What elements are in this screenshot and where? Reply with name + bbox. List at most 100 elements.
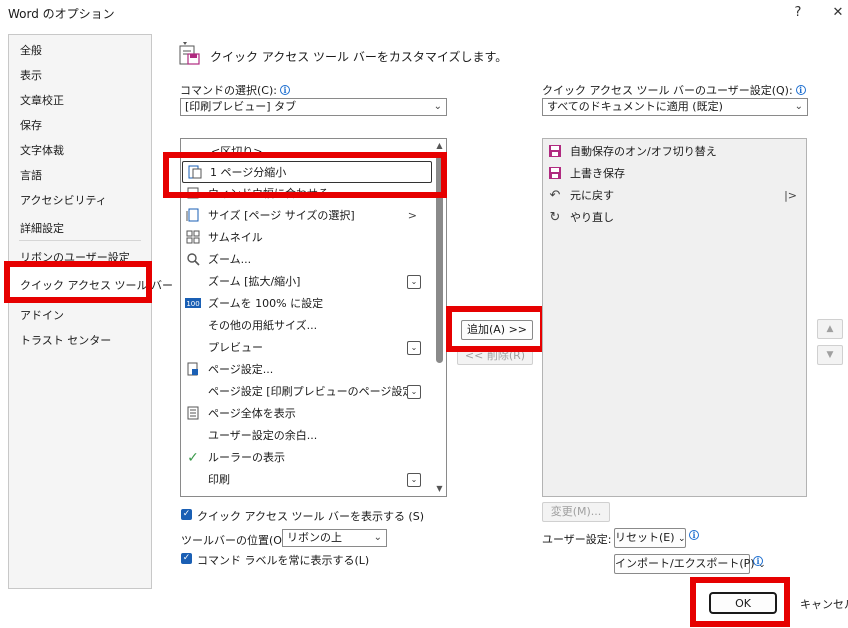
nav-item-quick-access-toolbar[interactable]: クイック アクセス ツール バー <box>20 277 173 293</box>
list-item[interactable]: ページ設定 [印刷プレビューのページ設定] ⌄ <box>181 381 427 403</box>
info-icon-glyph: i <box>689 530 699 540</box>
list-item[interactable]: ↻ やり直し <box>543 207 803 229</box>
list-item[interactable]: ユーザー設定の余白... <box>181 425 427 447</box>
whole-page-icon <box>185 406 201 422</box>
cancel-button[interactable]: キャンセル <box>800 596 848 612</box>
nav-item-accessibility[interactable]: アクセシビリティ <box>20 192 107 208</box>
list-item[interactable]: 印刷 ⌄ <box>181 469 427 491</box>
nav-item-addins[interactable]: アドイン <box>20 307 64 323</box>
move-up-button[interactable]: ▲ <box>817 319 843 339</box>
page-setup-icon <box>185 362 201 378</box>
qat-scope-dropdown[interactable]: すべてのドキュメントに適用 (既定) ⌄ <box>542 98 808 116</box>
scroll-up-icon[interactable]: ▲ <box>435 141 444 151</box>
list-item-label: その他の用紙サイズ... <box>208 319 318 332</box>
qat-scope-value: すべてのドキュメントに適用 (既定) <box>547 100 723 113</box>
show-qat-checkbox[interactable]: ✓ <box>181 509 192 520</box>
list-item-label: ページ設定... <box>208 363 274 376</box>
check-icon: ✓ <box>187 450 199 466</box>
window-title: Word のオプション <box>8 7 115 21</box>
info-icon-glyph: i <box>753 556 763 566</box>
list-item-label: 自動保存のオン/オフ切り替え <box>570 145 717 158</box>
zoom-icon <box>185 252 201 268</box>
list-item[interactable]: <区切り> <box>181 141 427 163</box>
list-item[interactable]: ページ設定... <box>181 359 427 381</box>
list-item[interactable]: ズーム [拡大/縮小] ⌄ <box>181 271 427 293</box>
commands-label: コマンドの選択(C): i <box>180 82 290 98</box>
nav-item-save[interactable]: 保存 <box>20 117 42 133</box>
always-show-labels-checkbox[interactable]: ✓ <box>181 553 192 564</box>
list-item-selected[interactable]: 1 ページ分縮小 <box>182 161 432 183</box>
list-item[interactable]: サイズ [ページ サイズの選択] > <box>181 205 427 227</box>
dropdown-indicator-icon: ⌄ <box>407 385 421 399</box>
nav-item-display[interactable]: 表示 <box>20 67 42 83</box>
list-item[interactable]: ズーム... <box>181 249 427 271</box>
scroll-thumb[interactable] <box>436 155 443 363</box>
ok-button[interactable]: OK <box>709 592 777 614</box>
list-item-label: サイズ [ページ サイズの選択] <box>208 209 355 222</box>
user-settings-label: ユーザー設定: <box>542 533 612 546</box>
show-qat-label: クイック アクセス ツール バーを表示する (S) <box>197 510 425 523</box>
page-title: クイック アクセス ツール バーをカスタマイズします。 <box>210 50 508 64</box>
commands-scrollbar[interactable]: ▲ ▼ <box>433 139 446 496</box>
list-item-label: 元に戻す <box>570 189 614 202</box>
list-item-label: ルーラーの表示 <box>208 451 285 464</box>
list-item-label: サムネイル <box>208 231 263 244</box>
list-item[interactable]: 100 ズームを 100% に設定 <box>181 293 427 315</box>
commands-dropdown-value: [印刷プレビュー] タブ <box>185 100 297 113</box>
list-item[interactable]: ページ全体を表示 <box>181 403 427 425</box>
save-icon <box>547 166 563 182</box>
list-item[interactable]: 自動保存のオン/オフ切り替え <box>543 141 803 163</box>
one-page-icon <box>187 165 203 181</box>
chevron-down-icon: ⌄ <box>794 101 803 112</box>
list-item[interactable]: サムネイル <box>181 227 427 249</box>
undo-icon: ↶ <box>549 188 561 203</box>
submenu-arrow-icon: |> <box>784 189 797 202</box>
list-item[interactable]: その他の用紙サイズ... <box>181 315 427 337</box>
dropdown-indicator-icon: ⌄ <box>407 473 421 487</box>
scroll-down-icon[interactable]: ▼ <box>435 484 444 494</box>
commands-dropdown[interactable]: [印刷プレビュー] タブ ⌄ <box>180 98 447 116</box>
add-button[interactable]: 追加(A) >> <box>461 320 533 340</box>
nav-item-trust-center[interactable]: トラスト センター <box>20 332 111 348</box>
nav-item-customize-ribbon[interactable]: リボンのユーザー設定 <box>20 249 130 265</box>
list-item-label: ズームを 100% に設定 <box>208 297 324 310</box>
info-icon[interactable]: i <box>689 529 699 542</box>
always-show-labels-label: コマンド ラベルを常に表示する(L) <box>197 554 370 567</box>
info-icon[interactable]: i <box>753 555 763 568</box>
list-item[interactable]: ↶ 元に戻す |> <box>543 185 803 207</box>
info-icon[interactable]: i <box>279 85 290 95</box>
nav-item-language[interactable]: 言語 <box>20 167 42 183</box>
nav-item-typography[interactable]: 文字体裁 <box>20 142 64 158</box>
qat-list[interactable]: 自動保存のオン/オフ切り替え 上書き保存 ↶ 元に戻す |> ↻ やり直し <box>542 138 807 497</box>
commands-label-text: コマンドの選択(C): <box>180 84 277 97</box>
dropdown-indicator-icon: ⌄ <box>407 341 421 355</box>
move-down-button[interactable]: ▼ <box>817 345 843 365</box>
list-item[interactable]: ✓ ルーラーの表示 <box>181 447 427 469</box>
commands-list[interactable]: <区切り> 1 ページ分縮小 ウィンドウ幅に合わせる サイズ [ページ サイズの… <box>180 138 447 497</box>
list-item-label: 1 ページ分縮小 <box>210 166 287 179</box>
help-button[interactable]: ? <box>786 3 810 23</box>
thumbnail-icon <box>185 230 201 246</box>
remove-button[interactable]: << 削除(R) <box>457 347 533 365</box>
chevron-down-icon: ⌄ <box>678 534 686 544</box>
nav-item-general[interactable]: 全般 <box>20 42 42 58</box>
list-item-label: <区切り> <box>211 145 263 158</box>
list-item[interactable]: 上書き保存 <box>543 163 803 185</box>
close-button[interactable]: ✕ <box>826 3 848 23</box>
info-icon[interactable]: i <box>795 85 806 95</box>
list-item[interactable]: プレビュー ⌄ <box>181 337 427 359</box>
redo-icon: ↻ <box>549 210 561 225</box>
nav-item-advanced[interactable]: 詳細設定 <box>20 220 64 236</box>
import-export-button[interactable]: インポート/エクスポート(P) ⌄ <box>614 554 766 574</box>
import-export-label: インポート/エクスポート(P) <box>615 557 755 570</box>
zoom100-icon: 100 <box>185 296 201 312</box>
toolbar-position-dropdown[interactable]: リボンの上 ⌄ <box>282 529 387 547</box>
reset-button[interactable]: リセット(E) ⌄ <box>614 528 686 548</box>
list-item[interactable]: ウィンドウ幅に合わせる <box>181 183 427 205</box>
nav-separator <box>19 300 141 301</box>
reset-button-label: リセット(E) <box>615 531 675 544</box>
toolbar-position-label: ツールバーの位置(O) <box>181 534 287 547</box>
nav-item-proofing[interactable]: 文章校正 <box>20 92 64 108</box>
fit-icon <box>185 186 201 202</box>
modify-button[interactable]: 変更(M)... <box>542 502 610 522</box>
